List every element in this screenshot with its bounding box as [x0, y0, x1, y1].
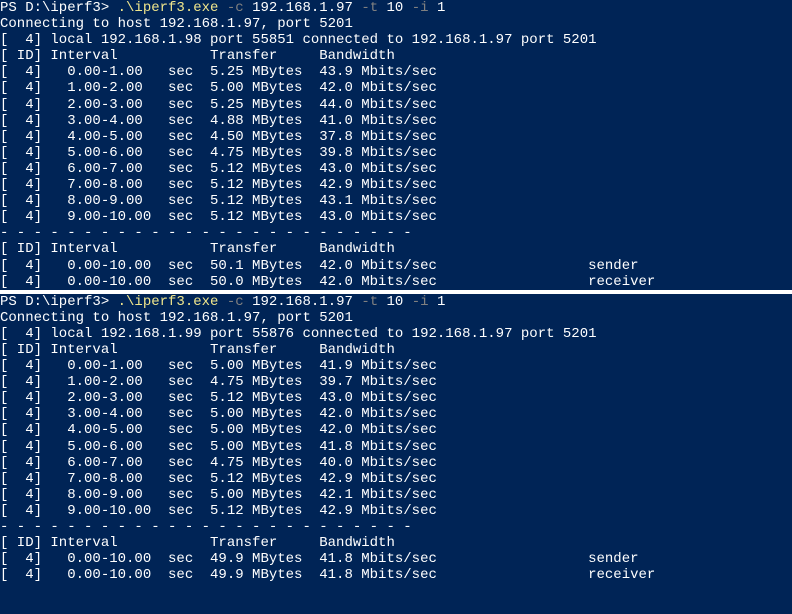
summary-header: [ ID] Interval Transfer Bandwidth: [0, 535, 792, 551]
data-row: [ 4] 7.00-8.00 sec 5.12 MBytes 42.9 Mbit…: [0, 177, 792, 193]
exe-name: .\iperf3.exe: [118, 294, 219, 310]
prompt-line[interactable]: PS D:\iperf3> .\iperf3.exe -c 192.168.1.…: [0, 294, 792, 310]
dashes-line: - - - - - - - - - - - - - - - - - - - - …: [0, 225, 792, 241]
i-val: 1: [437, 0, 445, 16]
data-row: [ 4] 6.00-7.00 sec 4.75 MBytes 40.0 Mbit…: [0, 455, 792, 471]
data-row: [ 4] 9.00-10.00 sec 5.12 MBytes 43.0 Mbi…: [0, 209, 792, 225]
data-row: [ 4] 3.00-4.00 sec 4.88 MBytes 41.0 Mbit…: [0, 113, 792, 129]
summary-row: [ 4] 0.00-10.00 sec 50.0 MBytes 42.0 Mbi…: [0, 274, 792, 290]
data-row: [ 4] 4.00-5.00 sec 4.50 MBytes 37.8 Mbit…: [0, 129, 792, 145]
exe-name: .\iperf3.exe: [118, 0, 219, 16]
flag-i: -i: [412, 0, 429, 16]
data-row: [ 4] 6.00-7.00 sec 5.12 MBytes 43.0 Mbit…: [0, 161, 792, 177]
dashes-line: - - - - - - - - - - - - - - - - - - - - …: [0, 519, 792, 535]
data-row: [ 4] 0.00-1.00 sec 5.25 MBytes 43.9 Mbit…: [0, 64, 792, 80]
summary-row: [ 4] 0.00-10.00 sec 49.9 MBytes 41.8 Mbi…: [0, 551, 792, 567]
t-val: 10: [387, 0, 404, 16]
ps-prompt: PS D:\iperf3>: [0, 0, 118, 16]
data-row: [ 4] 7.00-8.00 sec 5.12 MBytes 42.9 Mbit…: [0, 471, 792, 487]
ip-arg: 192.168.1.97: [252, 0, 353, 16]
header-line: [ ID] Interval Transfer Bandwidth: [0, 48, 792, 64]
data-row: [ 4] 1.00-2.00 sec 5.00 MBytes 42.0 Mbit…: [0, 80, 792, 96]
data-row: [ 4] 9.00-10.00 sec 5.12 MBytes 42.9 Mbi…: [0, 503, 792, 519]
data-row: [ 4] 0.00-1.00 sec 5.00 MBytes 41.9 Mbit…: [0, 358, 792, 374]
ps-prompt: PS D:\iperf3>: [0, 294, 118, 310]
header-line: [ ID] Interval Transfer Bandwidth: [0, 342, 792, 358]
summary-row: [ 4] 0.00-10.00 sec 50.1 MBytes 42.0 Mbi…: [0, 258, 792, 274]
flag-i: -i: [412, 294, 429, 310]
data-row: [ 4] 3.00-4.00 sec 5.00 MBytes 42.0 Mbit…: [0, 406, 792, 422]
summary-row: [ 4] 0.00-10.00 sec 49.9 MBytes 41.8 Mbi…: [0, 567, 792, 583]
data-row: [ 4] 8.00-9.00 sec 5.00 MBytes 42.1 Mbit…: [0, 487, 792, 503]
connecting-line: Connecting to host 192.168.1.97, port 52…: [0, 16, 792, 32]
terminal-session-1: PS D:\iperf3> .\iperf3.exe -c 192.168.1.…: [0, 0, 792, 290]
local-line: [ 4] local 192.168.1.99 port 55876 conne…: [0, 326, 792, 342]
summary-header: [ ID] Interval Transfer Bandwidth: [0, 241, 792, 257]
data-row: [ 4] 2.00-3.00 sec 5.12 MBytes 43.0 Mbit…: [0, 390, 792, 406]
flag-c: -c: [227, 0, 244, 16]
data-row: [ 4] 1.00-2.00 sec 4.75 MBytes 39.7 Mbit…: [0, 374, 792, 390]
data-row: [ 4] 5.00-6.00 sec 4.75 MBytes 39.8 Mbit…: [0, 145, 792, 161]
data-row: [ 4] 2.00-3.00 sec 5.25 MBytes 44.0 Mbit…: [0, 97, 792, 113]
local-line: [ 4] local 192.168.1.98 port 55851 conne…: [0, 32, 792, 48]
t-val: 10: [387, 294, 404, 310]
data-row: [ 4] 4.00-5.00 sec 5.00 MBytes 42.0 Mbit…: [0, 422, 792, 438]
data-row: [ 4] 5.00-6.00 sec 5.00 MBytes 41.8 Mbit…: [0, 439, 792, 455]
data-row: [ 4] 8.00-9.00 sec 5.12 MBytes 43.1 Mbit…: [0, 193, 792, 209]
flag-t: -t: [361, 0, 378, 16]
prompt-line[interactable]: PS D:\iperf3> .\iperf3.exe -c 192.168.1.…: [0, 0, 792, 16]
flag-t: -t: [361, 294, 378, 310]
connecting-line: Connecting to host 192.168.1.97, port 52…: [0, 310, 792, 326]
ip-arg: 192.168.1.97: [252, 294, 353, 310]
terminal-session-2: PS D:\iperf3> .\iperf3.exe -c 192.168.1.…: [0, 294, 792, 584]
i-val: 1: [437, 294, 445, 310]
flag-c: -c: [227, 294, 244, 310]
